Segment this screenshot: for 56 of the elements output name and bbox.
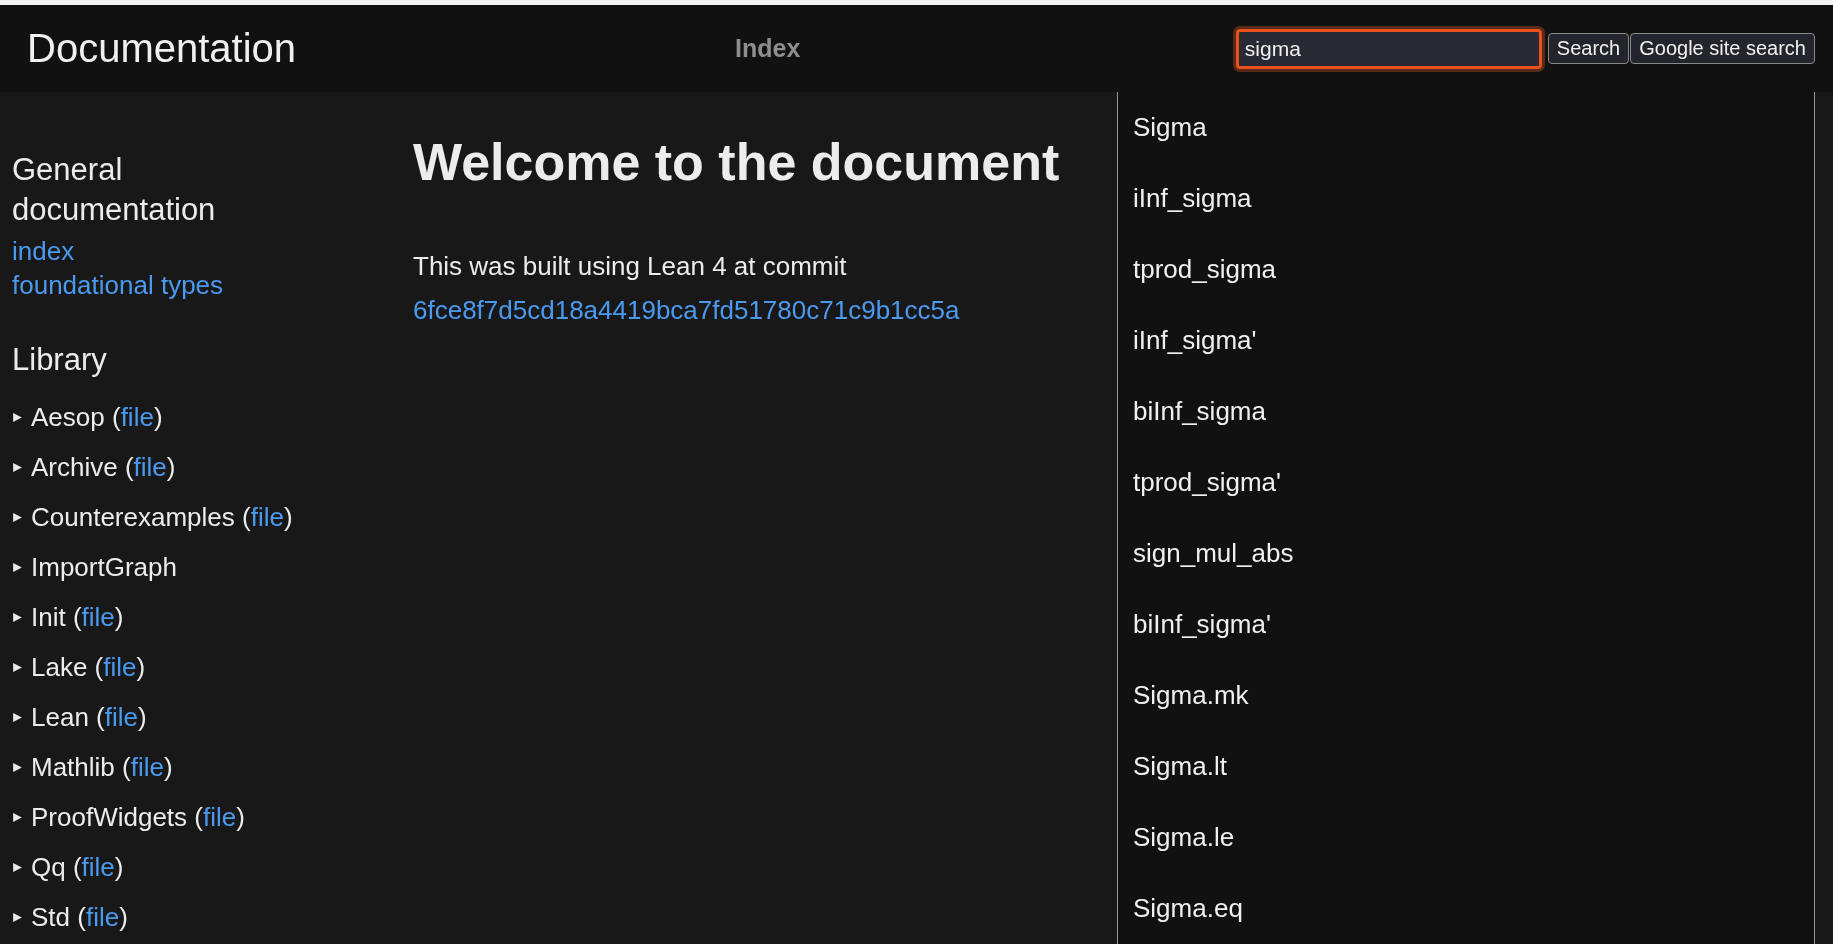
library-item[interactable]: ImportGraph bbox=[31, 551, 177, 583]
suggestion-item[interactable]: Sigma.lt bbox=[1118, 741, 1814, 812]
suggestion-item[interactable]: Sigma.le bbox=[1118, 812, 1814, 883]
file-link[interactable]: file bbox=[81, 601, 115, 632]
library-item[interactable]: Init (file) bbox=[31, 601, 124, 633]
doc-link[interactable]: foundational types bbox=[12, 268, 224, 302]
library-item[interactable]: Mathlib (file) bbox=[31, 751, 173, 783]
file-link[interactable]: file bbox=[103, 651, 137, 682]
triangle-icon[interactable] bbox=[12, 561, 23, 573]
file-link[interactable]: file bbox=[250, 501, 284, 532]
suggestion-item[interactable]: sign_mul_abs bbox=[1118, 528, 1814, 599]
library-item[interactable]: Archive (file) bbox=[31, 451, 176, 483]
triangle-icon[interactable] bbox=[12, 711, 23, 723]
triangle-icon[interactable] bbox=[12, 611, 23, 623]
doc-link[interactable]: index bbox=[12, 234, 75, 268]
search-button[interactable]: Search bbox=[1547, 33, 1630, 64]
suggestion-item[interactable]: tprod_sigma' bbox=[1118, 457, 1814, 528]
build-info-text: This was built using Lean 4 at commit 6fce8f7d5cd18a4419bca7fd51780c71c9b1cc5a bbox=[413, 244, 1033, 332]
triangle-icon[interactable] bbox=[12, 761, 23, 773]
suggestion-item[interactable]: Sigma bbox=[1118, 102, 1814, 173]
triangle-icon[interactable] bbox=[12, 861, 23, 873]
site-search-button[interactable]: Google site search bbox=[1630, 33, 1815, 64]
suggestion-item[interactable]: iInf_sigma' bbox=[1118, 315, 1814, 386]
file-link[interactable]: file bbox=[104, 701, 138, 732]
file-link[interactable]: file bbox=[120, 401, 154, 432]
library-item[interactable]: ProofWidgets (file) bbox=[31, 801, 245, 833]
page-heading: Welcome to the document bbox=[413, 132, 1060, 193]
library-item[interactable]: Lake (file) bbox=[31, 651, 146, 683]
library-item[interactable]: Aesop (file) bbox=[31, 401, 163, 433]
triangle-icon[interactable] bbox=[12, 411, 23, 423]
library-item[interactable]: Std (file) bbox=[31, 901, 128, 933]
triangle-icon[interactable] bbox=[12, 511, 23, 523]
commit-link[interactable]: 6fce8f7d5cd18a4419bca7fd51780c71c9b1cc5a bbox=[413, 288, 960, 332]
library-item[interactable]: Qq (file) bbox=[31, 851, 124, 883]
file-link[interactable]: file bbox=[133, 451, 167, 482]
library-item[interactable]: Lean (file) bbox=[31, 701, 147, 733]
section-heading: General documentation bbox=[12, 151, 217, 229]
triangle-icon[interactable] bbox=[12, 911, 23, 923]
suggestion-item[interactable]: biInf_sigma bbox=[1118, 386, 1814, 457]
suggestion-item[interactable]: biInf_sigma' bbox=[1118, 599, 1814, 670]
triangle-icon[interactable] bbox=[12, 661, 23, 673]
file-link[interactable]: file bbox=[202, 801, 237, 832]
library-item[interactable]: Counterexamples (file) bbox=[31, 501, 293, 533]
triangle-icon[interactable] bbox=[12, 461, 23, 473]
file-link[interactable]: file bbox=[81, 851, 115, 882]
suggestion-item[interactable]: iInf_sigma bbox=[1118, 173, 1814, 244]
suggestion-item[interactable]: tprod_sigma bbox=[1118, 244, 1814, 315]
file-link[interactable]: file bbox=[130, 751, 164, 782]
site-title[interactable]: Documentation bbox=[27, 26, 297, 71]
search-field[interactable]: sigma bbox=[1235, 28, 1542, 69]
triangle-icon[interactable] bbox=[12, 811, 23, 823]
index-link[interactable]: Index bbox=[735, 34, 801, 62]
suggestion-item[interactable]: Sigma.eq bbox=[1118, 883, 1814, 944]
section-heading: Library bbox=[12, 341, 108, 379]
file-link[interactable]: file bbox=[85, 901, 120, 932]
suggestion-item[interactable]: Sigma.mk bbox=[1118, 670, 1814, 741]
